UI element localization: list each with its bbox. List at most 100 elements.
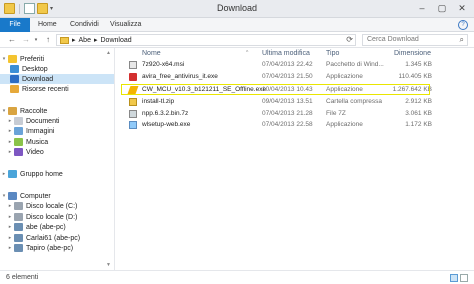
minimize-button[interactable]: – [414,2,430,14]
scroll-up-icon[interactable]: ▲ [106,50,111,56]
forward-button[interactable]: → [20,34,32,46]
chevron-right-icon[interactable]: ▸ [0,171,8,177]
homegroup-icon [8,170,17,178]
sidebar-item-recent[interactable]: Risorse recenti [0,84,114,94]
title-bar: ▾ Download – ▢ ✕ [0,0,474,18]
sidebar-item-tapiro-share[interactable]: ▸ Tapiro (abe-pc) [0,243,114,253]
pictures-icon [14,127,23,135]
music-icon [14,138,23,146]
file-size: 110.405 KB [398,73,433,80]
file-date: 09/04/2013 13.51 [262,98,313,105]
sidebar-item-desktop[interactable]: Desktop [0,64,114,74]
file-row[interactable]: npp.6.3.2.bin.7z 07/04/2013 21.28 File 7… [116,109,474,119]
navigation-pane: ▾ Preferiti Desktop Download Risorse rece… [0,48,115,270]
chevron-right-icon[interactable]: ▸ [6,203,14,209]
up-button[interactable]: ↑ [42,34,54,46]
file-type: Applicazione [326,121,363,128]
sidebar-item-libraries[interactable]: ▾ Raccolte [0,106,114,116]
sidebar-item-computer[interactable]: ▾ Computer [0,191,114,201]
sidebar-item-abe-share[interactable]: ▸ abe (abe-pc) [0,222,114,232]
sidebar-item-carlai61-share[interactable]: ▸ Carlai61 (abe-pc) [0,233,114,243]
chevron-right-icon[interactable]: ▸ [6,118,14,124]
drive-icon [14,213,23,221]
recent-locations-button[interactable]: ▾ [32,34,40,46]
file-row[interactable]: wlsetup-web.exe 07/04/2013 22.58 Applica… [116,120,474,130]
chevron-right-icon[interactable]: ▸ [6,224,14,230]
file-date: 07/04/2013 22.58 [262,121,313,128]
videos-icon [14,148,23,156]
breadcrumb-download[interactable]: Download [101,37,132,44]
status-bar: 6 elementi [0,270,474,284]
file-list: ^ Nome Ultima modifica Tipo Dimensione 7… [116,48,474,270]
search-placeholder: Cerca Download [367,36,419,43]
documents-icon [14,117,23,125]
file-row[interactable]: avira_free_antivirus_it.exe 07/04/2013 2… [116,72,474,82]
column-header-type[interactable]: Tipo [326,50,339,57]
sidebar-item-download[interactable]: Download [0,74,114,84]
avira-exe-icon [129,73,137,81]
archive-7z-icon [129,110,137,118]
large-icons-view-button[interactable] [460,274,468,282]
item-count: 6 elementi [6,274,39,281]
network-drive-icon [14,223,23,231]
sidebar-item-videos[interactable]: ▸ Video [0,147,114,157]
back-button[interactable]: ← [6,34,18,46]
help-icon[interactable]: ? [458,20,468,30]
file-type: File 7Z [326,110,346,117]
window-title: Download [216,3,258,13]
chevron-down-icon[interactable]: ▾ [0,56,8,62]
sidebar-item-homegroup[interactable]: ▸ Gruppo home [0,169,114,179]
file-size: 1.172 KB [405,121,432,128]
sidebar-item-drive-d[interactable]: ▸ Disco locale (D:) [0,212,114,222]
file-row[interactable]: 7z920-x64.msi 07/04/2013 22.42 Pacchetto… [116,60,474,70]
file-date: 07/04/2013 21.50 [262,73,313,80]
column-header-date[interactable]: Ultima modifica [262,50,310,57]
tab-home[interactable]: Home [38,18,57,32]
sidebar-item-music[interactable]: ▸ Musica [0,137,114,147]
file-name: install-tl.zip [142,98,175,105]
file-date: 07/04/2013 22.42 [262,61,313,68]
chevron-down-icon[interactable]: ▾ [0,193,8,199]
file-size: 2.912 KB [405,98,432,105]
close-button[interactable]: ✕ [454,2,470,14]
sidebar-item-pictures[interactable]: ▸ Immagini [0,126,114,136]
column-header-name[interactable]: Nome [142,50,161,57]
chevron-right-icon[interactable]: ▸ [6,128,14,134]
file-size: 3.061 KB [405,110,432,117]
sidebar-item-favorites[interactable]: ▾ Preferiti [0,54,114,64]
libraries-icon [8,107,17,115]
maximize-button[interactable]: ▢ [434,2,450,14]
address-toolbar: ← → ▾ ↑ ▸ Abe ▸ Download ⟳ Cerca Downloa… [0,32,474,48]
tab-view[interactable]: Visualizza [110,18,141,32]
drive-icon [14,202,23,210]
star-icon [8,55,17,63]
file-size: 1.345 KB [405,61,432,68]
file-name: npp.6.3.2.bin.7z [142,110,189,117]
computer-icon [8,192,17,200]
tab-file[interactable]: File [0,18,30,32]
file-type: Applicazione [326,73,363,80]
scroll-down-icon[interactable]: ▼ [106,262,111,268]
chevron-right-icon[interactable]: ▸ [6,139,14,145]
details-view-button[interactable] [450,274,458,282]
file-date: 07/04/2013 21.28 [262,110,313,117]
sidebar-scrollbar[interactable]: ▲ ▼ [104,48,114,270]
highlight-box [121,84,430,95]
chevron-right-icon[interactable]: ▸ [6,235,14,241]
tab-share[interactable]: Condividi [70,18,99,32]
network-drive-icon [14,234,23,242]
chevron-right-icon[interactable]: ▸ [6,245,14,251]
chevron-right-icon[interactable]: ▸ [6,214,14,220]
sidebar-item-documents[interactable]: ▸ Documenti [0,116,114,126]
recent-places-icon [10,85,19,93]
breadcrumb-abe[interactable]: Abe [79,37,91,44]
chevron-down-icon[interactable]: ▾ [0,108,8,114]
address-bar[interactable]: ▸ Abe ▸ Download ⟳ [56,34,356,46]
file-row[interactable]: install-tl.zip 09/04/2013 13.51 Cartella… [116,97,474,107]
search-input[interactable]: Cerca Download ⌕ [362,34,468,46]
sidebar-item-drive-c[interactable]: ▸ Disco locale (C:) [0,201,114,211]
column-header-size[interactable]: Dimensione [394,50,431,57]
network-drive-icon [14,244,23,252]
refresh-icon[interactable]: ⟳ [346,35,353,44]
chevron-right-icon[interactable]: ▸ [6,149,14,155]
